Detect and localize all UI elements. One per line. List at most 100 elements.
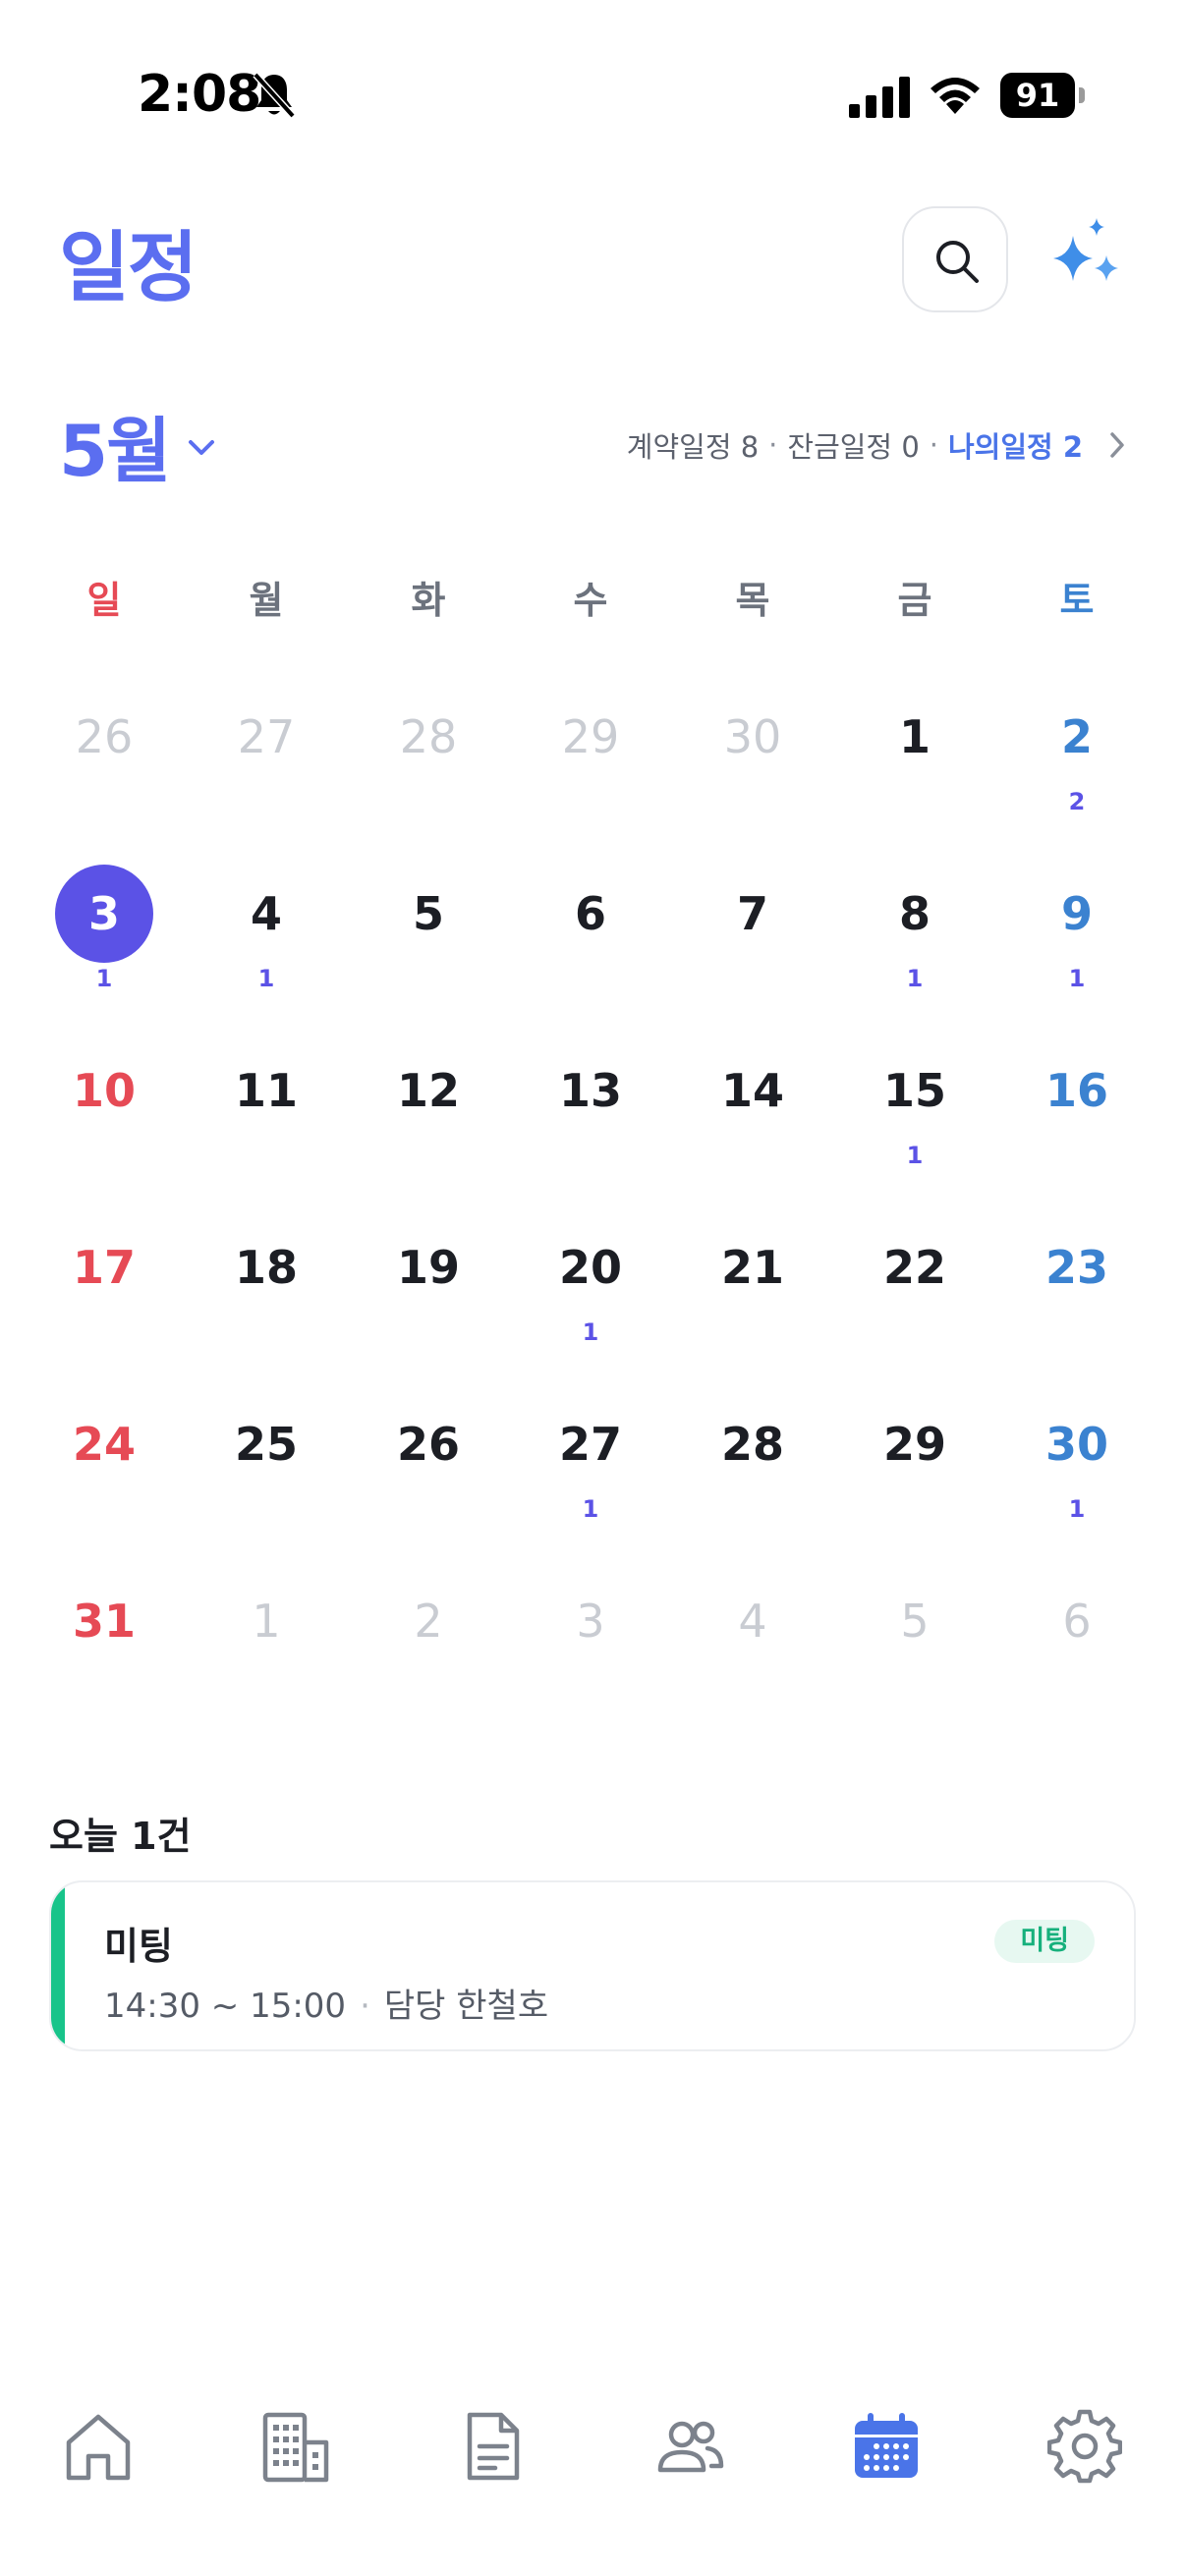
day-number: 6	[1062, 1595, 1092, 1648]
calendar-day[interactable]: 29	[522, 688, 659, 835]
weekday-header: 일월화수목금토	[0, 570, 1185, 639]
day-event-count: 1	[582, 1318, 599, 1346]
calendar-day[interactable]: 19	[360, 1218, 497, 1366]
page-title: 일정	[59, 224, 198, 312]
weekday-label: 일	[86, 579, 122, 622]
calendar-day[interactable]: 24	[35, 1395, 173, 1542]
calendar-day[interactable]: 26	[360, 1395, 497, 1542]
day-number: 29	[561, 710, 620, 763]
day-event-count: 1	[906, 965, 924, 992]
calendar-day[interactable]: 29	[846, 1395, 984, 1542]
calendar-day[interactable]: 17	[35, 1218, 173, 1366]
calendar-day[interactable]: 5	[846, 1572, 984, 1719]
day-number: 11	[234, 1064, 298, 1117]
day-number: 10	[72, 1064, 136, 1117]
calendar-day[interactable]: 18	[198, 1218, 335, 1366]
weekday-label: 수	[573, 579, 608, 622]
month-label: 5월	[59, 409, 171, 492]
day-number: 5	[412, 887, 444, 940]
tab-settings[interactable]	[1036, 2397, 1134, 2495]
search-button[interactable]	[902, 206, 1008, 312]
event-meta-separator: ·	[360, 1987, 370, 2026]
wifi-icon	[931, 78, 980, 114]
calendar-day[interactable]: 10	[35, 1041, 173, 1189]
tab-calendar[interactable]	[837, 2397, 935, 2495]
calendar-day[interactable]: 22	[846, 1218, 984, 1366]
status-time: 2:08	[138, 65, 261, 124]
calendar-day[interactable]: 31	[35, 1572, 173, 1719]
battery-tip	[1079, 87, 1085, 103]
calendar-day[interactable]: 12	[360, 1041, 497, 1189]
calendar-day[interactable]: 28	[360, 688, 497, 835]
event-time: 14:30 ~ 15:00	[104, 1987, 347, 2026]
calendar-day[interactable]: 28	[684, 1395, 821, 1542]
calendar-day[interactable]: 21	[684, 1218, 821, 1366]
day-number: 26	[396, 1418, 460, 1471]
calendar-day[interactable]: 41	[198, 865, 335, 1012]
day-number: 15	[882, 1064, 946, 1117]
day-number: 28	[399, 710, 458, 763]
day-number: 5	[900, 1595, 930, 1648]
contract-summary: 계약일정 8	[626, 430, 760, 464]
calendar-day[interactable]: 30	[684, 688, 821, 835]
tab-buildings[interactable]	[248, 2397, 346, 2495]
day-event-count: 1	[1068, 1495, 1086, 1523]
calendar-day[interactable]: 13	[522, 1041, 659, 1189]
calendar-day[interactable]: 7	[684, 865, 821, 1012]
calendar-day[interactable]: 3	[522, 1572, 659, 1719]
day-number: 27	[237, 710, 296, 763]
day-number: 17	[72, 1241, 136, 1294]
day-number: 3	[576, 1595, 605, 1648]
calendar-day[interactable]: 6	[522, 865, 659, 1012]
calendar-day[interactable]: 20 1	[522, 1218, 659, 1366]
calendar-day[interactable]: 15 1	[846, 1041, 984, 1189]
day-number: 6	[574, 887, 606, 940]
day-number: 27	[558, 1418, 622, 1471]
calendar-day[interactable]: 25	[198, 1395, 335, 1542]
calendar-day[interactable]: 27	[198, 688, 335, 835]
calendar-day[interactable]: 27 1	[522, 1395, 659, 1542]
tab-home[interactable]	[49, 2397, 147, 2495]
calendar-day[interactable]: 5	[360, 865, 497, 1012]
day-event-count: 1	[1068, 965, 1086, 992]
calendar-day-today[interactable]: 31	[35, 865, 173, 1012]
day-number: 13	[558, 1064, 622, 1117]
day-number: 26	[75, 710, 134, 763]
event-card[interactable]: 미팅 14:30 ~ 15:00 · 담당 한철호 미팅	[49, 1880, 1136, 2051]
calendar-day[interactable]: 22	[1008, 688, 1146, 835]
schedule-summary[interactable]: 계약일정 8 · 잔금일정 0 · 나의일정 2	[627, 422, 1126, 468]
summary-separator: ·	[929, 428, 938, 462]
calendar-day[interactable]: 2	[360, 1572, 497, 1719]
calendar-day[interactable]: 1	[198, 1572, 335, 1719]
balance-summary: 잔금일정 0	[787, 430, 920, 464]
calendar-day[interactable]: 1	[846, 688, 984, 835]
tab-bar	[0, 2397, 1185, 2495]
calendar-day[interactable]: 4	[684, 1572, 821, 1719]
calendar-day[interactable]: 30 1	[1008, 1395, 1146, 1542]
weekday-label: 토	[1059, 579, 1095, 622]
gear-icon	[1047, 2409, 1122, 2484]
calendar-day[interactable]: 81	[846, 865, 984, 1012]
calendar-day[interactable]: 91	[1008, 865, 1146, 1012]
calendar-day[interactable]: 23	[1008, 1218, 1146, 1366]
weekday-label: 화	[411, 579, 446, 622]
calendar-day[interactable]: 14	[684, 1041, 821, 1189]
tab-documents[interactable]	[444, 2397, 542, 2495]
calendar-day[interactable]: 11	[198, 1041, 335, 1189]
ai-sparkle-button[interactable]	[1044, 214, 1126, 297]
home-icon	[66, 2414, 131, 2481]
day-number: 20	[558, 1241, 622, 1294]
day-number: 23	[1044, 1241, 1108, 1294]
calendar-day[interactable]: 16	[1008, 1041, 1146, 1189]
calendar-day[interactable]: 26	[35, 688, 173, 835]
calendar-day[interactable]: 6	[1008, 1572, 1146, 1719]
my-schedule-summary: 나의일정 2	[948, 430, 1083, 464]
day-event-count: 1	[95, 965, 113, 992]
day-number: 18	[234, 1241, 298, 1294]
day-number: 1	[898, 710, 931, 763]
event-meta: 14:30 ~ 15:00 · 담당 한철호	[104, 1979, 548, 2027]
status-bar: 2:08 91	[0, 0, 1185, 196]
tab-clients[interactable]	[641, 2397, 739, 2495]
weekday-label: 월	[249, 579, 284, 622]
month-selector[interactable]: 5월	[59, 399, 216, 492]
